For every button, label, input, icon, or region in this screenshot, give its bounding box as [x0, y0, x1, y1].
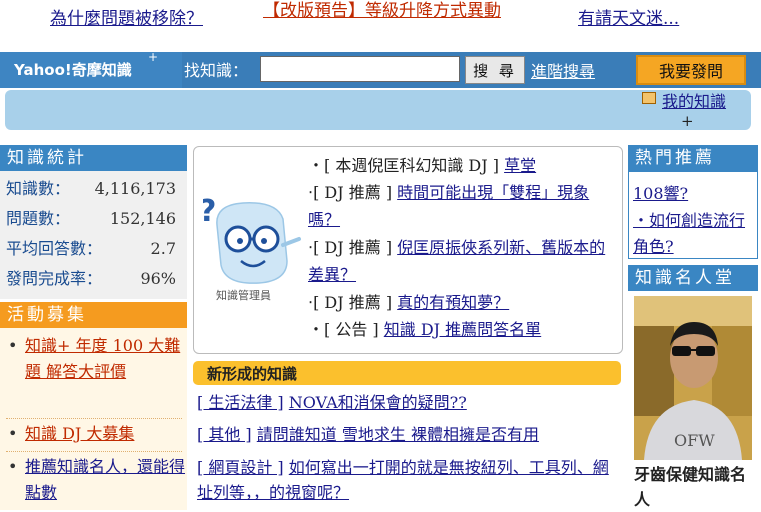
question-item: [ 生活法律 ] NOVA和消保會的疑問?? — [197, 390, 617, 415]
activity-link[interactable]: 知識+ 年度 100 大難題 解答大評價 — [25, 333, 185, 385]
dj-item-tag: ‧[ DJ 推薦 ] — [308, 238, 393, 257]
dj-item: ‧[ DJ 推薦 ] 真的有預知夢？ — [308, 289, 614, 316]
stats-header: 知識統計 — [0, 145, 187, 171]
question-item: [ 其他 ] 請問誰知道 雪地求生 裸體相擁是否有用 — [197, 422, 617, 447]
ask-question-button[interactable]: 我要發問 — [636, 55, 746, 85]
hot-item-link[interactable]: ‧如何創造流行角色? — [633, 208, 755, 260]
question-category-link[interactable]: [ 網頁設計 ] — [197, 458, 284, 477]
my-knowledge-link[interactable]: 我的知識 — [662, 88, 726, 112]
plus-label: + — [681, 112, 694, 130]
stat-value: 152,146 — [109, 209, 176, 228]
knowledge-manager-mascot-icon: ? — [203, 195, 301, 284]
dj-item-tag: ‧[ 公告 ] — [308, 320, 379, 339]
notice-revision-text: 等級升降方式異動 — [365, 1, 501, 21]
logo-text: Yahoo!奇摩知識 — [14, 61, 132, 79]
advanced-search-link[interactable]: 進階搜尋 — [531, 58, 595, 82]
dj-item-link[interactable]: 知識 DJ 推薦問答名單 — [384, 320, 541, 339]
search-label: 找知識： — [184, 61, 249, 80]
stat-label: 發問完成率： — [6, 269, 103, 288]
notice-revision-link[interactable]: 【改版預告】等級升降方式異動 — [262, 0, 502, 22]
dj-item-tag: ‧[ 本週倪匡科幻知識 DJ ] — [308, 156, 499, 175]
stat-label: 知識數： — [6, 179, 71, 198]
nav-band — [5, 90, 751, 130]
stat-row: 知識數： 4,116,173 — [6, 174, 182, 204]
notice-removed-question-link[interactable]: 為什麼問題被移除？ — [50, 8, 203, 30]
activity-link[interactable]: 知識 DJ 大募集 — [25, 421, 185, 447]
question-link[interactable]: NOVA和消保會的疑問?? — [289, 393, 467, 412]
site-logo[interactable]: Yahoo!奇摩知識 + — [0, 50, 182, 88]
activities-panel: • 知識+ 年度 100 大難題 解答大評價 • 知識 DJ 大募集 • 推薦知… — [0, 328, 187, 510]
bullet-icon: • — [8, 424, 18, 443]
dj-item: ‧[ DJ 推薦 ] 時間可能出現「雙程」現象嗎？ — [308, 179, 614, 233]
activity-item: • 推薦知識名人，還能得點數 — [8, 454, 185, 510]
stat-value: 96% — [140, 269, 176, 288]
activity-link[interactable]: 推薦知識名人，還能得點數 — [25, 454, 185, 506]
hot-panel: 108響? ‧如何創造流行角色? — [628, 171, 758, 259]
stat-label: 平均回答數： — [6, 239, 103, 258]
stat-label: 問題數： — [6, 209, 71, 228]
new-knowledge-header: 新形成的知識 — [193, 361, 621, 385]
search-button[interactable]: 搜 尋 — [465, 56, 525, 84]
logo-plus: + — [148, 50, 159, 64]
briefcase-icon — [642, 92, 656, 104]
fame-header: 知識名人堂 — [628, 265, 758, 291]
bullet-icon: • — [8, 457, 18, 476]
dj-item: ‧[ 公告 ] 知識 DJ 推薦問答名單 — [308, 316, 614, 343]
question-link[interactable]: 請問誰知道 雪地求生 裸體相擁是否有用 — [257, 425, 539, 444]
dj-item-tag: ‧[ DJ 推薦 ] — [308, 183, 393, 202]
divider — [6, 418, 182, 419]
bullet-icon: • — [8, 336, 18, 355]
search-input[interactable] — [260, 56, 460, 82]
dj-item-tag: ‧[ DJ 推薦 ] — [308, 293, 393, 312]
new-knowledge-title: 新形成的知識 — [207, 365, 298, 383]
dj-item-link[interactable]: 草堂 — [504, 156, 536, 175]
stat-value: 2.7 — [150, 239, 176, 258]
activity-item: • 知識+ 年度 100 大難題 解答大評價 — [8, 333, 184, 415]
stats-panel: 知識數： 4,116,173 問題數： 152,146 平均回答數： 2.7 發… — [0, 171, 187, 299]
hot-item-link[interactable]: 108響? — [633, 180, 688, 204]
celebrity-name[interactable]: 牙齒保健知識名人 — [634, 462, 758, 512]
celebrity-photo[interactable]: OFW — [634, 296, 752, 460]
stat-row: 問題數： 152,146 — [6, 204, 182, 234]
svg-text:?: ? — [203, 195, 216, 229]
stat-row: 發問完成率： 96% — [6, 264, 182, 294]
question-category-link[interactable]: [ 其他 ] — [197, 425, 252, 444]
dj-item-link[interactable]: 真的有預知夢？ — [397, 293, 509, 312]
dj-item: ‧[ 本週倪匡科幻知識 DJ ] 草堂 — [308, 152, 614, 179]
mascot-label: 知識管理員 — [216, 289, 271, 302]
question-item: [ 網頁設計 ] 如何寫出一打開的就是無按紐列、工具列、網址列等，，的視窗呢？ — [197, 455, 617, 505]
divider — [6, 451, 182, 452]
stat-row: 平均回答數： 2.7 — [6, 234, 182, 264]
activities-header: 活動募集 — [0, 302, 187, 328]
question-category-link[interactable]: [ 生活法律 ] — [197, 393, 284, 412]
hot-header: 熱門推薦 — [628, 145, 758, 171]
activity-item: • 知識 DJ 大募集 — [8, 421, 184, 447]
stat-value: 4,116,173 — [94, 179, 176, 198]
svg-text:OFW: OFW — [674, 431, 715, 450]
dj-item: ‧[ DJ 推薦 ] 倪匡原振俠系列新、舊版本的差異？ — [308, 234, 614, 288]
notice-revision-tag: 【改版預告】 — [263, 1, 365, 21]
notice-astronomy-link[interactable]: 有請天文迷... — [578, 8, 679, 30]
